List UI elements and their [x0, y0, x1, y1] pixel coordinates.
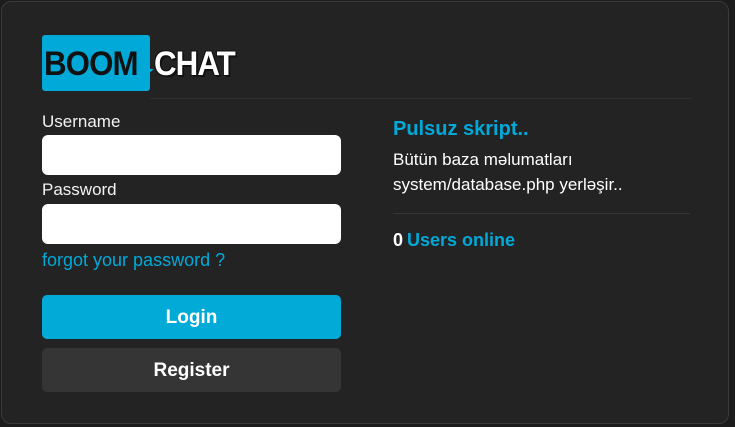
boomchat-logo: BOOM CHAT — [42, 35, 236, 91]
info-title: Pulsuz skript.. — [393, 118, 529, 140]
online-users-indicator: 0 Users online — [393, 230, 515, 251]
info-text-line2: system/database.php yerləşir.. — [393, 175, 623, 194]
header-divider — [150, 98, 692, 99]
info-divider — [393, 213, 690, 214]
info-text-line1: Bütün baza məlumatları — [393, 150, 573, 169]
register-button[interactable]: Register — [42, 348, 341, 392]
username-label: Username — [42, 112, 121, 131]
username-input[interactable] — [42, 135, 341, 175]
login-button[interactable]: Login — [42, 295, 341, 339]
password-label: Password — [42, 180, 117, 199]
logo-text-boom: BOOM — [44, 45, 139, 83]
logo-speech-tail — [142, 69, 154, 79]
password-input[interactable] — [42, 204, 341, 244]
forgot-password-link[interactable]: forgot your password ? — [42, 250, 225, 271]
logo-text-chat: CHAT — [154, 45, 236, 83]
online-label: Users online — [407, 230, 516, 250]
login-panel: BOOM CHAT Username Password forgot your … — [1, 1, 729, 424]
online-count: 0 — [393, 230, 404, 250]
